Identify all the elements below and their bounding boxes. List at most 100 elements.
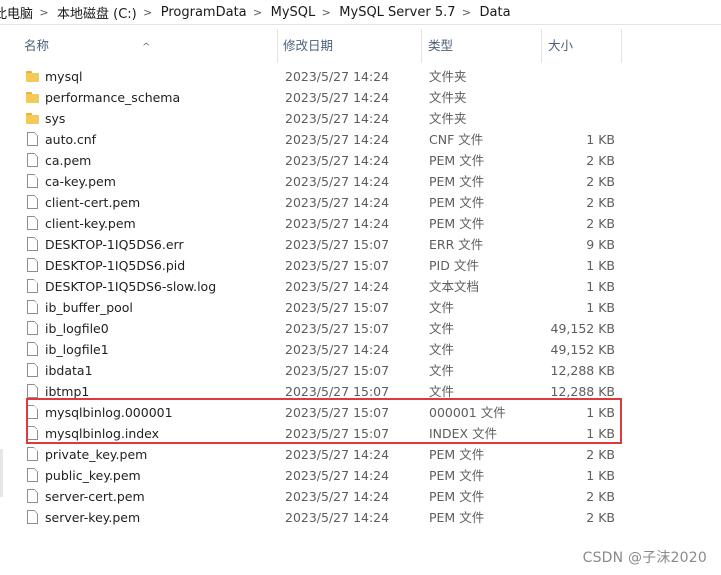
file-type: 文件 (429, 363, 455, 378)
file-row[interactable]: client-key.pem 2023/5/27 14:24 PEM 文件 2 KB (20, 213, 720, 234)
file-row[interactable]: performance_schema 2023/5/27 14:24 文件夹 (20, 87, 720, 108)
file-icon (27, 195, 38, 209)
file-row[interactable]: ibtmp1 2023/5/27 15:07 文件 12,288 KB (20, 381, 720, 402)
file-icon (27, 321, 38, 335)
file-name: ib_logfile0 (45, 321, 109, 336)
file-size: 1 KB (586, 258, 615, 273)
file-name: private_key.pem (45, 447, 148, 462)
file-row[interactable]: mysql 2023/5/27 14:24 文件夹 (20, 66, 720, 87)
file-type: PEM 文件 (429, 153, 485, 168)
breadcrumb-item[interactable]: 此电脑 (0, 0, 39, 24)
breadcrumb-item[interactable]: 本地磁盘 (C:) (53, 0, 143, 24)
file-size: 2 KB (586, 510, 615, 525)
file-row[interactable]: ca.pem 2023/5/27 14:24 PEM 文件 2 KB (20, 150, 720, 171)
file-type: 文件夹 (429, 111, 467, 126)
file-icon (27, 216, 38, 230)
column-header-size[interactable]: 大小 (544, 25, 622, 67)
file-type: CNF 文件 (429, 132, 484, 147)
folder-icon (26, 92, 39, 103)
file-type: PEM 文件 (429, 510, 485, 525)
file-date: 2023/5/27 14:24 (285, 153, 390, 168)
folder-icon (26, 71, 39, 82)
breadcrumb-item[interactable]: MySQL Server 5.7 (335, 0, 461, 24)
file-row[interactable]: client-cert.pem 2023/5/27 14:24 PEM 文件 2 KB (20, 192, 720, 213)
file-name: ca.pem (45, 153, 92, 168)
file-row[interactable]: sys 2023/5/27 14:24 文件夹 (20, 108, 720, 129)
sort-ascending-icon: ^ (142, 42, 151, 53)
file-row[interactable]: ib_logfile1 2023/5/27 14:24 文件 49,152 KB (20, 339, 720, 360)
file-row[interactable]: ibdata1 2023/5/27 15:07 文件 12,288 KB (20, 360, 720, 381)
file-name: auto.cnf (45, 132, 97, 147)
file-icon (27, 510, 38, 524)
file-name: DESKTOP-1IQ5DS6-slow.log (45, 279, 217, 294)
chevron-right-icon[interactable]: > (321, 6, 331, 19)
file-type: 文件 (429, 321, 455, 336)
file-row[interactable]: ib_logfile0 2023/5/27 15:07 文件 49,152 KB (20, 318, 720, 339)
column-header-date-label: 修改日期 (283, 38, 334, 53)
file-icon (27, 468, 38, 482)
column-divider[interactable] (541, 29, 542, 63)
file-date: 2023/5/27 14:24 (285, 195, 390, 210)
file-name: ca-key.pem (45, 174, 116, 189)
column-divider[interactable] (277, 29, 278, 63)
breadcrumb-item[interactable]: MySQL (267, 0, 322, 24)
file-date: 2023/5/27 15:07 (285, 237, 390, 252)
file-size: 1 KB (586, 132, 615, 147)
file-type: 文件夹 (429, 90, 467, 105)
file-date: 2023/5/27 14:24 (285, 510, 390, 525)
file-type: 文本文档 (429, 279, 480, 294)
breadcrumb-item[interactable]: ProgramData (157, 0, 253, 24)
file-name: server-cert.pem (45, 489, 145, 504)
file-size: 2 KB (586, 174, 615, 189)
file-date: 2023/5/27 15:07 (285, 405, 390, 420)
file-type: PEM 文件 (429, 468, 485, 483)
file-size: 12,288 KB (550, 384, 615, 399)
file-date: 2023/5/27 15:07 (285, 321, 390, 336)
file-name: mysql (45, 69, 83, 84)
file-size: 2 KB (586, 489, 615, 504)
column-header-name[interactable]: 名称 ^ (20, 25, 276, 67)
file-icon (27, 132, 38, 146)
file-icon (27, 489, 38, 503)
file-row[interactable]: server-key.pem 2023/5/27 14:24 PEM 文件 2 KB (20, 507, 720, 528)
file-list: 名称 ^ 修改日期 类型 大小 mysql 2023/5/27 14:24 文件夹 p… (20, 25, 720, 575)
chevron-right-icon[interactable]: > (39, 6, 49, 19)
chevron-right-icon[interactable]: > (253, 6, 263, 19)
file-row[interactable]: server-cert.pem 2023/5/27 14:24 PEM 文件 2 KB (20, 486, 720, 507)
file-type: 000001 文件 (429, 405, 506, 420)
file-row[interactable]: mysqlbinlog.index 2023/5/27 15:07 INDEX 文件… (20, 423, 720, 444)
left-scroll-strip (0, 25, 3, 575)
file-row[interactable]: ib_buffer_pool 2023/5/27 15:07 文件 1 KB (20, 297, 720, 318)
file-size: 1 KB (586, 468, 615, 483)
file-icon (27, 153, 38, 167)
file-row[interactable]: DESKTOP-1IQ5DS6-slow.log 2023/5/27 14:24 文… (20, 276, 720, 297)
chevron-right-icon[interactable]: > (462, 6, 472, 19)
file-icon (27, 363, 38, 377)
column-header-date[interactable]: 修改日期 (279, 25, 421, 67)
file-row[interactable]: auto.cnf 2023/5/27 14:24 CNF 文件 1 KB (20, 129, 720, 150)
file-name: ib_buffer_pool (45, 300, 133, 315)
folder-icon (26, 113, 39, 124)
file-date: 2023/5/27 15:07 (285, 300, 390, 315)
file-icon (27, 174, 38, 188)
file-row[interactable]: DESKTOP-1IQ5DS6.err 2023/5/27 15:07 ERR 文件… (20, 234, 720, 255)
file-date: 2023/5/27 14:24 (285, 174, 390, 189)
file-row[interactable]: ca-key.pem 2023/5/27 14:24 PEM 文件 2 KB (20, 171, 720, 192)
file-row[interactable]: mysqlbinlog.000001 2023/5/27 15:07 000001 … (20, 402, 720, 423)
chevron-right-icon[interactable]: > (143, 6, 153, 19)
file-date: 2023/5/27 14:24 (285, 111, 390, 126)
file-row[interactable]: private_key.pem 2023/5/27 14:24 PEM 文件 2 KB (20, 444, 720, 465)
file-date: 2023/5/27 14:24 (285, 132, 390, 147)
file-type: PEM 文件 (429, 195, 485, 210)
column-divider[interactable] (421, 29, 422, 63)
column-header-type[interactable]: 类型 (424, 25, 544, 67)
column-divider[interactable] (621, 29, 622, 63)
file-rows: mysql 2023/5/27 14:24 文件夹 performance_schem… (20, 66, 720, 528)
file-row[interactable]: public_key.pem 2023/5/27 14:24 PEM 文件 1 KB (20, 465, 720, 486)
file-type: PID 文件 (429, 258, 479, 273)
file-name: ibtmp1 (45, 384, 90, 399)
file-size: 2 KB (586, 195, 615, 210)
file-row[interactable]: DESKTOP-1IQ5DS6.pid 2023/5/27 15:07 PID 文件… (20, 255, 720, 276)
breadcrumb-item[interactable]: Data (476, 0, 517, 24)
file-name: server-key.pem (45, 510, 141, 525)
